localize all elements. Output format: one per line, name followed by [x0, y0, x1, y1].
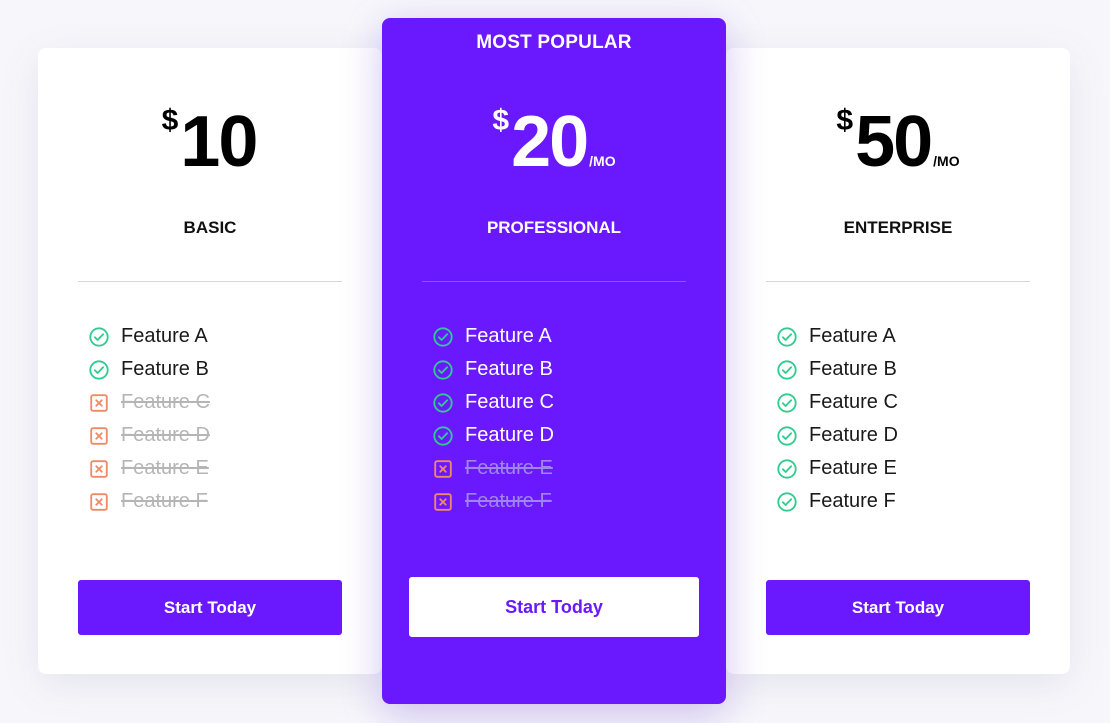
x-square-icon — [432, 458, 454, 480]
feature-item: Feature B — [432, 353, 554, 386]
feature-item: Feature A — [776, 320, 898, 353]
feature-label: Feature E — [121, 457, 209, 479]
feature-label: Feature D — [465, 424, 554, 446]
feature-item: Feature D — [776, 419, 898, 452]
feature-item: Feature A — [432, 320, 554, 353]
divider — [422, 281, 686, 282]
check-circle-icon — [776, 491, 798, 513]
plan-name: BASIC — [183, 218, 237, 237]
price-amount: 20 — [511, 102, 589, 182]
feature-item: Feature C — [88, 386, 210, 419]
feature-item: Feature C — [432, 386, 554, 419]
price-amount: 10 — [180, 102, 258, 182]
feature-label: Feature F — [121, 490, 208, 512]
currency-symbol: $ — [161, 104, 179, 137]
feature-list: Feature A Feature B Feature C Feature D Feat… — [776, 320, 898, 518]
feature-label: Feature B — [121, 358, 209, 380]
feature-label: Feature F — [809, 490, 896, 512]
x-square-icon — [88, 491, 110, 513]
check-circle-icon — [432, 359, 454, 381]
check-circle-icon — [776, 392, 798, 414]
feature-label: Feature B — [465, 358, 553, 380]
currency-symbol: $ — [836, 104, 854, 137]
feature-label: Feature A — [121, 325, 208, 347]
plan-name: ENTERPRISE — [843, 218, 953, 237]
price-amount: 50 — [855, 102, 933, 182]
price: $20/MO — [382, 102, 726, 182]
pricing-card-enterprise: $50/MO ENTERPRISE Feature A Feature B Feat… — [726, 48, 1070, 674]
feature-label: Feature C — [809, 391, 898, 413]
feature-label: Feature A — [809, 325, 896, 347]
check-circle-icon — [432, 392, 454, 414]
feature-list: Feature A Feature B Feature C Feature D Feat… — [432, 320, 554, 518]
feature-item: Feature B — [88, 353, 210, 386]
feature-item: Feature A — [88, 320, 210, 353]
feature-label: Feature E — [465, 457, 553, 479]
feature-item: Feature C — [776, 386, 898, 419]
price: $50/MO — [726, 102, 1070, 182]
check-circle-icon — [432, 425, 454, 447]
feature-label: Feature B — [809, 358, 897, 380]
price: $10 — [38, 102, 382, 182]
feature-label: Feature F — [465, 490, 552, 512]
feature-label: Feature D — [809, 424, 898, 446]
price-period: /MO — [589, 153, 616, 169]
x-square-icon — [88, 425, 110, 447]
divider — [78, 281, 342, 282]
divider — [766, 281, 1030, 282]
check-circle-icon — [432, 326, 454, 348]
feature-item: Feature E — [432, 452, 554, 485]
plan-name: PROFESSIONAL — [486, 218, 622, 237]
feature-item: Feature B — [776, 353, 898, 386]
feature-item: Feature F — [776, 485, 898, 518]
x-square-icon — [88, 458, 110, 480]
x-square-icon — [432, 491, 454, 513]
feature-label: Feature C — [465, 391, 554, 413]
most-popular-badge: MOST POPULAR — [476, 32, 632, 53]
feature-label: Feature A — [465, 325, 552, 347]
currency-symbol: $ — [492, 104, 510, 137]
feature-label: Feature D — [121, 424, 210, 446]
pricing-card-basic: $10 BASIC Feature A Feature B Feature C Fea… — [38, 48, 382, 674]
feature-item: Feature D — [432, 419, 554, 452]
check-circle-icon — [776, 326, 798, 348]
check-circle-icon — [776, 425, 798, 447]
start-today-button[interactable]: Start Today — [766, 580, 1030, 635]
feature-item: Feature E — [88, 452, 210, 485]
check-circle-icon — [776, 458, 798, 480]
start-today-button[interactable]: Start Today — [409, 577, 699, 637]
start-today-button[interactable]: Start Today — [78, 580, 342, 635]
feature-item: Feature F — [432, 485, 554, 518]
check-circle-icon — [88, 359, 110, 381]
feature-label: Feature C — [121, 391, 210, 413]
check-circle-icon — [88, 326, 110, 348]
pricing-card-professional: MOST POPULAR $20/MO PROFESSIONAL Feature… — [382, 18, 726, 704]
feature-list: Feature A Feature B Feature C Feature D Feat… — [88, 320, 210, 518]
feature-label: Feature E — [809, 457, 897, 479]
feature-item: Feature E — [776, 452, 898, 485]
price-period: /MO — [933, 153, 960, 169]
check-circle-icon — [776, 359, 798, 381]
feature-item: Feature F — [88, 485, 210, 518]
feature-item: Feature D — [88, 419, 210, 452]
x-square-icon — [88, 392, 110, 414]
